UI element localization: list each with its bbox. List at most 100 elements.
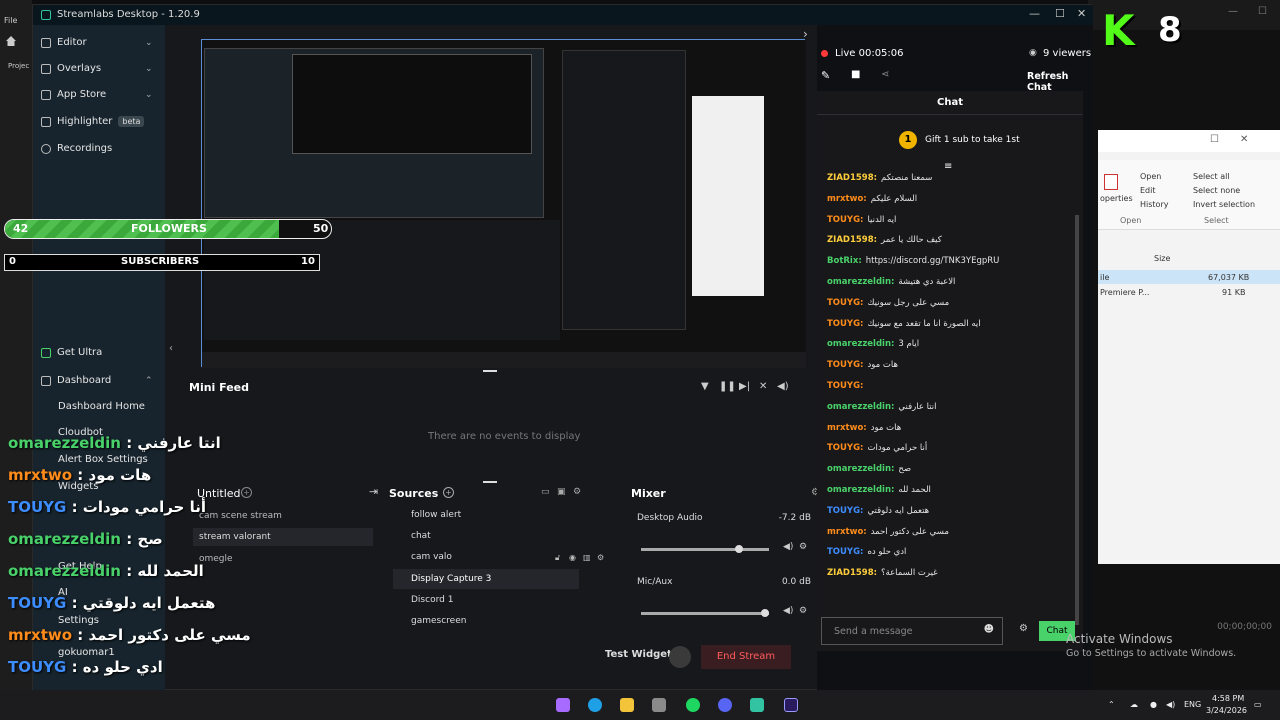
- chat-username[interactable]: ZIAD1598:: [827, 173, 877, 183]
- chat-username[interactable]: BotRix:: [827, 256, 862, 266]
- file-menu[interactable]: File: [4, 16, 17, 25]
- volume-slider[interactable]: [641, 545, 769, 553]
- share-icon[interactable]: ⋖: [881, 69, 889, 80]
- source-item[interactable]: gamescreen: [393, 611, 579, 631]
- rec-button[interactable]: [669, 646, 691, 668]
- camera-icon[interactable]: ■: [851, 69, 860, 80]
- maximize-icon[interactable]: ☐: [1055, 7, 1065, 20]
- properties-icon[interactable]: [1104, 174, 1118, 190]
- spotify-icon[interactable]: [686, 698, 700, 712]
- volume-slider[interactable]: [641, 609, 769, 617]
- stream-preview[interactable]: [201, 39, 806, 368]
- mic-icon[interactable]: ●: [1150, 700, 1157, 709]
- chat-username[interactable]: mrxtwo:: [827, 423, 867, 433]
- chat-input[interactable]: Send a message ☻: [821, 617, 1003, 645]
- streamlabs-icon[interactable]: [750, 698, 764, 712]
- chat-username[interactable]: omarezzeldin:: [827, 402, 894, 412]
- chat-username[interactable]: TOUYG:: [827, 547, 863, 557]
- speaker-tray-icon[interactable]: ◀): [1166, 700, 1175, 709]
- source-item[interactable]: chat: [393, 526, 579, 546]
- pause-icon[interactable]: ❚❚: [719, 381, 736, 392]
- close-icon[interactable]: ✕: [1077, 7, 1086, 20]
- chat-username[interactable]: TOUYG:: [827, 215, 863, 225]
- chat-username[interactable]: ZIAD1598:: [827, 235, 877, 245]
- chat-username[interactable]: TOUYG:: [827, 298, 863, 308]
- channel-settings-icon[interactable]: ⚙: [799, 542, 807, 552]
- settings-icon[interactable]: ⚙: [573, 487, 581, 497]
- transition-icon[interactable]: ⇥: [369, 485, 378, 498]
- chat-username[interactable]: TOUYG:: [827, 360, 863, 370]
- test-widgets-button[interactable]: Test Widgets: [605, 649, 678, 660]
- emote-icon[interactable]: ☻: [984, 624, 994, 635]
- skip-icon[interactable]: ▶|: [739, 381, 750, 392]
- select-none-button[interactable]: Select none: [1193, 186, 1240, 195]
- clock-time[interactable]: 4:58 PM: [1212, 694, 1244, 703]
- chat-username[interactable]: TOUYG:: [827, 381, 863, 391]
- chat-username[interactable]: TOUYG:: [827, 443, 863, 453]
- sidebar-item-highlighter[interactable]: Highlighter beta: [41, 116, 145, 127]
- file-name[interactable]: Premiere P...: [1100, 288, 1149, 297]
- home-icon[interactable]: [6, 36, 16, 46]
- cloud-icon[interactable]: ☁: [1130, 700, 1138, 709]
- slider-knob[interactable]: [734, 545, 743, 553]
- minimize-icon[interactable]: —: [1029, 7, 1040, 20]
- properties-label[interactable]: operties: [1100, 194, 1133, 203]
- discord-icon[interactable]: [718, 698, 732, 712]
- history-button[interactable]: History: [1140, 200, 1168, 209]
- refresh-chat-button[interactable]: Refresh Chat: [1027, 71, 1093, 93]
- source-item[interactable]: follow alert: [393, 505, 579, 525]
- add-source-icon[interactable]: +: [443, 487, 454, 498]
- tray-up-icon[interactable]: ⌃: [1108, 700, 1115, 709]
- clock-date[interactable]: 3/24/2026: [1206, 706, 1247, 715]
- bg-maximize-icon[interactable]: ☐: [1258, 6, 1267, 17]
- add-folder-icon[interactable]: ▣: [557, 487, 566, 497]
- speaker-icon[interactable]: ◀): [783, 542, 793, 552]
- explorer-maximize-icon[interactable]: ☐: [1210, 134, 1219, 145]
- collapse-banner-icon[interactable]: ≡: [944, 161, 952, 172]
- chat-username[interactable]: mrxtwo:: [827, 194, 867, 204]
- chat-settings-icon[interactable]: ⚙: [1019, 623, 1028, 634]
- source-item[interactable]: cam valo: [393, 547, 579, 567]
- chat-username[interactable]: TOUYG:: [827, 506, 863, 516]
- sidebar-item-recordings[interactable]: Recordings: [41, 143, 112, 154]
- language-indicator[interactable]: ENG: [1184, 700, 1201, 709]
- mute-alerts-icon[interactable]: ✕: [759, 381, 767, 392]
- visibility-icon[interactable]: ◉: [569, 553, 576, 562]
- volume-icon[interactable]: ◀): [777, 381, 789, 392]
- end-stream-button[interactable]: End Stream: [701, 645, 791, 669]
- project-tab[interactable]: Projec: [8, 62, 29, 70]
- sidebar-item-app-store[interactable]: App Store ⌄: [41, 89, 153, 100]
- resize-handle[interactable]: [483, 370, 497, 372]
- chat-scrollbar[interactable]: [1075, 215, 1079, 625]
- chat-username[interactable]: ZIAD1598:: [827, 568, 877, 578]
- channel-settings-icon[interactable]: ⚙: [799, 606, 807, 616]
- lock-icon[interactable]: 🔓︎: [555, 553, 560, 563]
- edge-icon[interactable]: [588, 698, 602, 712]
- collapse-sidebar-icon[interactable]: ‹: [169, 343, 173, 354]
- chat-username[interactable]: omarezzeldin:: [827, 464, 894, 474]
- source-item[interactable]: Display Capture 3: [393, 569, 579, 589]
- bg-minimize-icon[interactable]: —: [1228, 6, 1238, 17]
- steam-icon[interactable]: [652, 698, 666, 712]
- edit-button[interactable]: Edit: [1140, 186, 1156, 195]
- file-name[interactable]: ile: [1100, 273, 1109, 282]
- sidebar-item-dashboard[interactable]: Dashboard ⌃: [41, 375, 153, 386]
- folder-icon[interactable]: ▭: [541, 487, 550, 497]
- sidebar-item-get-ultra[interactable]: Get Ultra: [41, 347, 102, 358]
- gift-banner[interactable]: Gift 1 sub to take 1st: [925, 135, 1020, 145]
- notification-icon[interactable]: ▭: [1254, 700, 1262, 709]
- chat-username[interactable]: omarezzeldin:: [827, 277, 894, 287]
- open-button[interactable]: Open: [1140, 172, 1161, 181]
- speaker-icon[interactable]: ◀): [783, 606, 793, 616]
- source-settings-icon[interactable]: ⚙: [597, 553, 604, 562]
- copilot-icon[interactable]: [556, 698, 570, 712]
- delete-icon[interactable]: ▥: [583, 553, 591, 562]
- premiere-icon[interactable]: [784, 698, 798, 712]
- chat-username[interactable]: omarezzeldin:: [827, 339, 894, 349]
- sidebar-item-overlays[interactable]: Overlays ⌄: [41, 63, 153, 74]
- invert-selection-button[interactable]: Invert selection: [1193, 200, 1255, 209]
- file-explorer-icon[interactable]: [620, 698, 634, 712]
- expand-chat-icon[interactable]: ›: [803, 27, 808, 41]
- chat-username[interactable]: omarezzeldin:: [827, 485, 894, 495]
- source-item[interactable]: Discord 1: [393, 590, 579, 610]
